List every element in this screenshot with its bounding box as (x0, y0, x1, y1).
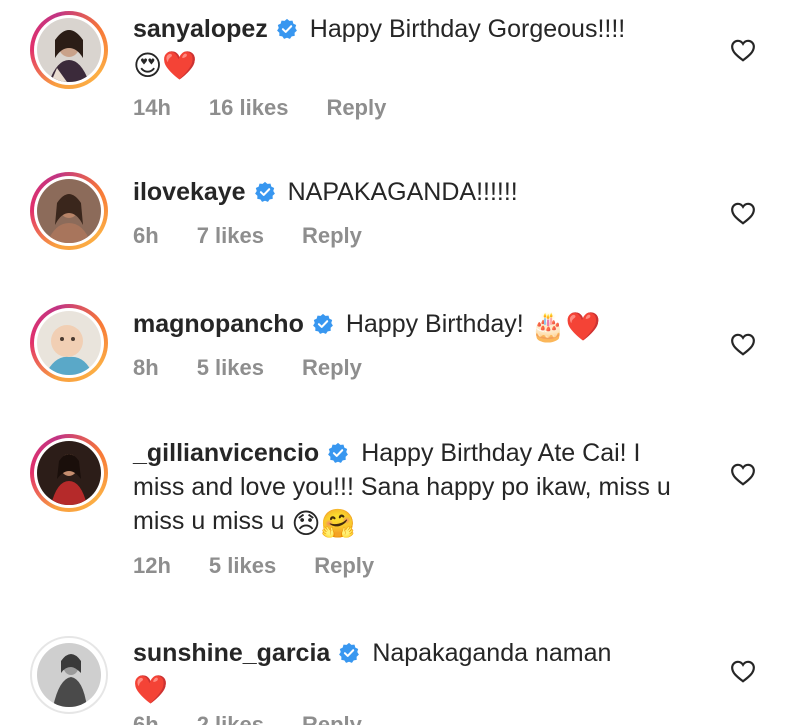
comment-emoji: 🎂❤️ (530, 311, 601, 342)
avatar-story-ring[interactable] (30, 172, 108, 250)
likes-count[interactable]: 5 likes (209, 553, 276, 579)
verified-badge-icon (339, 642, 360, 663)
reply-button[interactable]: Reply (302, 355, 362, 381)
comment-text: NAPAKAGANDA!!!!!! (287, 178, 518, 206)
reply-button[interactable]: Reply (302, 223, 362, 249)
comments-feed: sanyalopez Happy Birthday Gorgeous!!!! 😍❤… (0, 0, 800, 725)
heart-outline-icon[interactable] (730, 659, 756, 683)
avatar[interactable] (37, 179, 101, 243)
heart-outline-icon[interactable] (730, 332, 756, 356)
reply-button[interactable]: Reply (302, 712, 362, 725)
comment-body: sanyalopez Happy Birthday Gorgeous!!!! 😍❤… (133, 12, 693, 83)
heart-outline-icon[interactable] (730, 462, 756, 486)
comment-meta: 6h 2 likes Reply (133, 712, 362, 725)
comment-meta: 12h 5 likes Reply (133, 553, 374, 579)
comment-emoji: 😞🤗 (291, 508, 356, 539)
reply-button[interactable]: Reply (314, 553, 374, 579)
comment-body: ilovekaye NAPAKAGANDA!!!!!! (133, 175, 693, 209)
likes-count[interactable]: 2 likes (197, 712, 264, 725)
comment-meta: 6h 7 likes Reply (133, 223, 362, 249)
verified-badge-icon (276, 18, 297, 39)
username-link[interactable]: ilovekaye (133, 178, 246, 206)
timestamp: 6h (133, 223, 159, 248)
comment-meta: 14h 16 likes Reply (133, 95, 386, 121)
avatar[interactable] (37, 643, 101, 707)
verified-badge-icon (312, 313, 333, 334)
likes-count[interactable]: 16 likes (209, 95, 289, 121)
comment-meta: 8h 5 likes Reply (133, 355, 362, 381)
comment-body: _gillianvicencio Happy Birthday Ate Cai! … (133, 436, 693, 541)
username-link[interactable]: _gillianvicencio (133, 439, 319, 467)
username-link[interactable]: sunshine_garcia (133, 639, 330, 667)
avatar-frame[interactable] (30, 636, 108, 714)
avatar-story-ring[interactable] (30, 11, 108, 89)
username-link[interactable]: sanyalopez (133, 15, 268, 43)
avatar-story-ring[interactable] (30, 434, 108, 512)
comment-text: Napakaganda naman (372, 639, 612, 667)
likes-count[interactable]: 5 likes (197, 355, 264, 381)
avatar[interactable] (37, 311, 101, 375)
reply-button[interactable]: Reply (326, 95, 386, 121)
comment-emoji: 😍❤️ (133, 50, 198, 81)
verified-badge-icon (328, 442, 349, 463)
avatar[interactable] (37, 18, 101, 82)
timestamp: 6h (133, 712, 159, 725)
timestamp: 14h (133, 95, 171, 120)
heart-outline-icon[interactable] (730, 38, 756, 62)
avatar-story-ring[interactable] (30, 304, 108, 382)
comment-text: Happy Birthday! (345, 310, 524, 338)
comment-body: sunshine_garcia Napakaganda naman ❤️ (133, 636, 693, 707)
comment-body: magnopancho Happy Birthday! 🎂❤️ (133, 307, 693, 344)
username-link[interactable]: magnopancho (133, 310, 304, 338)
heart-outline-icon[interactable] (730, 201, 756, 225)
comment-emoji: ❤️ (133, 674, 168, 705)
timestamp: 12h (133, 553, 171, 578)
timestamp: 8h (133, 355, 159, 380)
likes-count[interactable]: 7 likes (197, 223, 264, 249)
avatar[interactable] (37, 441, 101, 505)
verified-badge-icon (254, 181, 275, 202)
comment-text: Happy Birthday Gorgeous!!!! (309, 15, 626, 43)
